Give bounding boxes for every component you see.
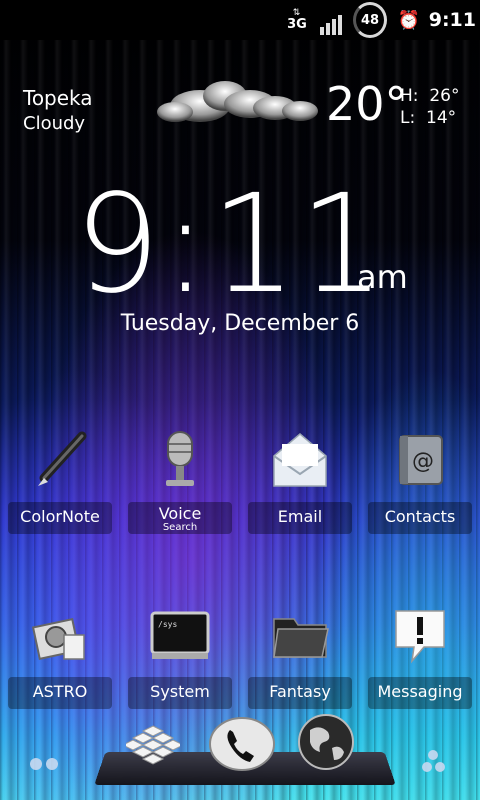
app-label: Email	[248, 502, 352, 534]
signal-strength-icon	[320, 5, 346, 35]
file-manager-icon	[31, 618, 85, 660]
weather-low: L: 14°	[400, 108, 456, 128]
clock-date: Tuesday, December 6	[120, 311, 360, 336]
weather-city: Topeka	[23, 86, 93, 110]
status-time: 9:11	[428, 9, 476, 31]
app-label: Fantasy	[248, 677, 352, 709]
indicator-dot	[428, 750, 438, 760]
weather-temperature: 20°	[326, 77, 408, 131]
svg-text:/sys: /sys	[158, 620, 177, 629]
indicator-dot	[435, 762, 445, 772]
high-value: 26°	[429, 86, 460, 106]
app-label-main: Voice	[158, 504, 202, 523]
microphone-icon	[166, 431, 194, 486]
speech-bubble-icon	[395, 610, 445, 664]
app-label: System	[128, 677, 232, 709]
phone-icon[interactable]	[208, 714, 276, 774]
app-label: ASTRO	[8, 677, 112, 709]
status-bar[interactable]: ⇅ 3G 48 ⏰ 9:11	[0, 0, 480, 40]
clock-time: 9:11	[74, 166, 388, 324]
app-sublabel: Search	[162, 522, 198, 533]
clock-ampm: am	[357, 258, 408, 296]
envelope-icon	[273, 433, 327, 487]
indicator-dot	[422, 762, 432, 772]
folder-icon	[273, 618, 329, 658]
app-drawer-icon[interactable]	[126, 724, 180, 772]
terminal-icon: /sys	[150, 611, 210, 659]
battery-percent: 48	[360, 12, 380, 28]
pen-icon	[38, 431, 87, 486]
weather-condition: Cloudy	[23, 113, 86, 134]
battery-icon: 48	[353, 2, 387, 38]
app-label: ColorNote	[8, 502, 112, 534]
app-label: Messaging	[368, 677, 472, 709]
indicator-dot	[46, 758, 58, 770]
high-label: H:	[400, 86, 419, 106]
browser-globe-icon[interactable]	[296, 712, 356, 772]
indicator-dot	[30, 758, 42, 770]
network-label: 3G	[287, 17, 307, 32]
app-label: Contacts	[368, 502, 472, 534]
cloud-icon	[157, 81, 318, 122]
alarm-icon: ⏰	[397, 9, 421, 31]
low-value: 14°	[426, 108, 457, 128]
address-book-icon: @	[399, 435, 443, 485]
weather-high: H: 26°	[400, 86, 459, 106]
svg-text:@: @	[412, 449, 434, 474]
network-indicator: ⇅ 3G	[282, 0, 312, 40]
low-label: L:	[400, 108, 416, 128]
